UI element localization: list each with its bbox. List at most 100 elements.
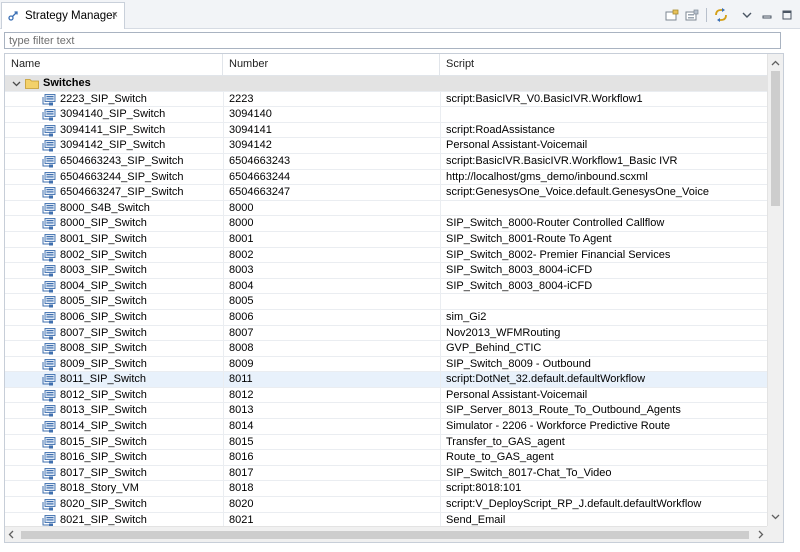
row-number: 6504663243 <box>223 153 440 169</box>
table-row[interactable]: 8008_SIP_Switch 8008 GVP_Behind_CTIC <box>5 341 767 357</box>
row-number: 8007 <box>223 325 440 341</box>
row-name: 3094142_SIP_Switch <box>60 139 166 152</box>
row-name: 8000_SIP_Switch <box>60 217 147 230</box>
table-row[interactable]: 8012_SIP_Switch 8012 Personal Assistant-Vo… <box>5 387 767 404</box>
close-icon[interactable]: × <box>112 10 118 21</box>
table-row[interactable]: 8014_SIP_Switch 8014 Simulator - 2206 - Wo… <box>5 419 767 435</box>
row-name: 8020_SIP_Switch <box>60 498 147 511</box>
row-script: SIP_Switch_8009 - Outbound <box>440 356 767 372</box>
row-script: Route_to_GAS_agent <box>440 450 767 466</box>
table-row[interactable]: 8016_SIP_Switch 8016 Route_to_GAS_agent <box>5 450 767 466</box>
row-script: script:BasicIVR_V0.BasicIVR.Workflow1 <box>440 91 767 107</box>
horizontal-scrollbar[interactable] <box>5 526 767 542</box>
row-number: 6504663244 <box>223 169 440 185</box>
row-name: 8009_SIP_Switch <box>60 357 147 370</box>
row-name: 3094140_SIP_Switch <box>60 108 166 121</box>
row-name: 8004_SIP_Switch <box>60 279 147 292</box>
scroll-up-icon[interactable] <box>771 57 780 69</box>
tab-label: Strategy Manager <box>25 10 117 22</box>
row-name: 8008_SIP_Switch <box>60 342 147 355</box>
row-name: 8013_SIP_Switch <box>60 404 147 417</box>
table-row[interactable]: 8020_SIP_Switch 8020 script:V_DeployScript… <box>5 497 767 513</box>
horizontal-scroll-thumb[interactable] <box>21 531 749 539</box>
new-folder-icon[interactable] <box>663 6 681 24</box>
scrollbar-corner <box>767 526 783 542</box>
row-number: 8006 <box>223 309 440 325</box>
table-row[interactable]: 8002_SIP_Switch 8002 SIP_Switch_8002- Prem… <box>5 247 767 264</box>
table-row[interactable]: 8015_SIP_Switch 8015 Transfer_to_GAS_agent <box>5 434 767 451</box>
column-header-script[interactable]: Script <box>440 54 767 75</box>
row-number: 8018 <box>223 481 440 497</box>
table-row[interactable]: 8001_SIP_Switch 8001 SIP_Switch_8001-Route… <box>5 231 767 248</box>
tab-strategy-manager[interactable]: Strategy Manager × <box>1 2 125 29</box>
table-row[interactable]: 6504663247_SIP_Switch 6504663247 script:Ge… <box>5 185 767 201</box>
strategy-manager-icon <box>8 9 20 24</box>
row-number: 2223 <box>223 91 440 107</box>
row-script: SIP_Switch_8001-Route To Agent <box>440 231 767 247</box>
row-number: 8017 <box>223 465 440 481</box>
row-number: 8000 <box>223 216 440 232</box>
row-script: SIP_Switch_8003_8004-iCFD <box>440 278 767 294</box>
row-script: script:BasicIVR.BasicIVR.Workflow1_Basic… <box>440 153 767 169</box>
column-header-number[interactable]: Number <box>223 54 440 75</box>
row-name: 8001_SIP_Switch <box>60 232 147 245</box>
row-script: script:8018:101 <box>440 481 767 497</box>
scroll-right-icon[interactable] <box>758 530 764 542</box>
link-with-editor-icon[interactable] <box>712 6 730 24</box>
row-script: Personal Assistant-Voicemail <box>440 138 767 154</box>
vertical-scrollbar[interactable] <box>767 54 783 526</box>
table-row[interactable]: 3094140_SIP_Switch 3094140 <box>5 107 767 123</box>
filter-input[interactable] <box>4 32 781 49</box>
row-number: 8020 <box>223 497 440 513</box>
view-menu-icon[interactable] <box>738 6 756 24</box>
row-script: SIP_Switch_8017-Chat_To_Video <box>440 465 767 481</box>
column-header-name[interactable]: Name <box>5 54 223 75</box>
row-number: 8004 <box>223 278 440 294</box>
row-script: Personal Assistant-Voicemail <box>440 387 767 403</box>
row-name: 8014_SIP_Switch <box>60 420 147 433</box>
row-number: 8005 <box>223 294 440 310</box>
table-row[interactable]: 3094141_SIP_Switch 3094141 script:RoadAssi… <box>5 122 767 139</box>
table-row[interactable]: 8000_S4B_Switch 8000 <box>5 200 767 217</box>
row-script: Nov2013_WFMRouting <box>440 325 767 341</box>
scroll-down-icon[interactable] <box>771 511 780 523</box>
table-row[interactable]: 8000_SIP_Switch 8000 SIP_Switch_8000-Route… <box>5 216 767 232</box>
table-row[interactable]: 8004_SIP_Switch 8004 SIP_Switch_8003_8004-… <box>5 278 767 295</box>
chevron-down-icon[interactable] <box>12 79 21 91</box>
table-row[interactable]: 2223_SIP_Switch 2223 script:BasicIVR_V0.Ba… <box>5 91 767 108</box>
table-row[interactable]: 8013_SIP_Switch 8013 SIP_Server_8013_Route… <box>5 403 767 420</box>
row-name: 6504663243_SIP_Switch <box>60 154 184 167</box>
row-name: 6504663244_SIP_Switch <box>60 170 184 183</box>
table-row[interactable]: 6504663243_SIP_Switch 6504663243 script:Ba… <box>5 153 767 170</box>
import-icon[interactable] <box>683 6 701 24</box>
row-name: 2223_SIP_Switch <box>60 92 147 105</box>
row-number: 8016 <box>223 450 440 466</box>
row-script: SIP_Switch_8002- Premier Financial Servi… <box>440 247 767 263</box>
table-row[interactable]: 6504663244_SIP_Switch 6504663244 http://lo… <box>5 169 767 186</box>
table-row[interactable]: 8017_SIP_Switch 8017 SIP_Switch_8017-Chat_… <box>5 465 767 482</box>
row-name: 6504663247_SIP_Switch <box>60 186 184 199</box>
row-name: 8003_SIP_Switch <box>60 264 147 277</box>
table-row[interactable]: 8006_SIP_Switch 8006 sim_Gi2 <box>5 309 767 326</box>
table-row[interactable]: 8011_SIP_Switch 8011 script:DotNet_32.defa… <box>5 372 767 388</box>
vertical-scroll-thumb[interactable] <box>771 71 780 206</box>
table-row[interactable]: 8005_SIP_Switch 8005 <box>5 294 767 310</box>
folder-row-switches[interactable]: Switches <box>5 76 767 92</box>
table-row[interactable]: 8009_SIP_Switch 8009 SIP_Switch_8009 - Out… <box>5 356 767 373</box>
maximize-icon[interactable] <box>778 6 796 24</box>
minimize-icon[interactable] <box>758 6 776 24</box>
table-row[interactable]: 8007_SIP_Switch 8007 Nov2013_WFMRouting <box>5 325 767 342</box>
row-script: script:DotNet_32.default.defaultWorkflow <box>440 372 767 388</box>
table-row[interactable]: 8018_Story_VM 8018 script:8018:101 <box>5 481 767 498</box>
row-name: 8005_SIP_Switch <box>60 295 147 308</box>
row-number: 8013 <box>223 403 440 419</box>
row-script <box>440 200 767 216</box>
table-row[interactable]: 3094142_SIP_Switch 3094142 Personal Assist… <box>5 138 767 154</box>
row-script: http://localhost/gms_demo/inbound.scxml <box>440 169 767 185</box>
row-number: 8009 <box>223 356 440 372</box>
row-number: 3094141 <box>223 122 440 138</box>
table-row[interactable]: 8003_SIP_Switch 8003 SIP_Switch_8003_8004-… <box>5 263 767 279</box>
scroll-left-icon[interactable] <box>8 530 14 542</box>
row-script: script:RoadAssistance <box>440 122 767 138</box>
row-name: 8012_SIP_Switch <box>60 388 147 401</box>
